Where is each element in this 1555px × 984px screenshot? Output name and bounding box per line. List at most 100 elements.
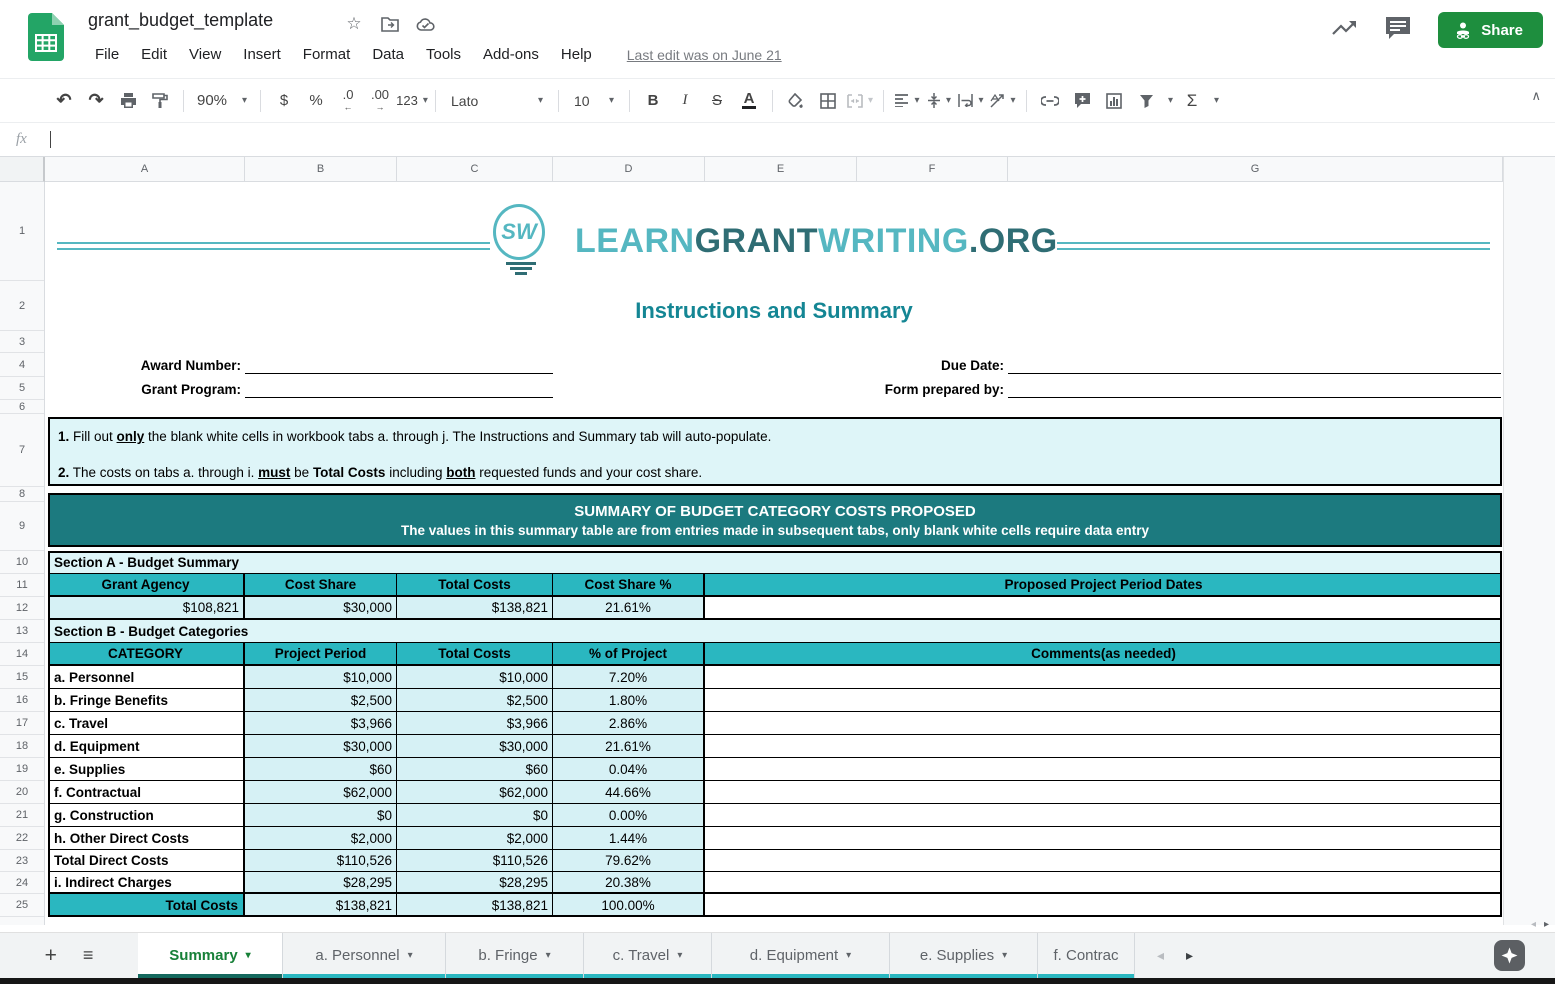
filter-views-dropdown-icon[interactable]: ▾	[1162, 87, 1176, 115]
column-header-e[interactable]: E	[705, 157, 857, 182]
add-sheet-icon[interactable]: +	[45, 944, 57, 968]
comment-cell[interactable]	[705, 872, 1502, 894]
sheets-logo-icon[interactable]	[28, 13, 64, 61]
row-header-10[interactable]: 10	[0, 551, 44, 574]
column-header-c[interactable]: C	[397, 157, 553, 182]
total-comment[interactable]	[705, 894, 1502, 917]
font-select[interactable]: Lato▾	[443, 87, 551, 115]
row-header-14[interactable]: 14	[0, 643, 44, 666]
row-header-13[interactable]: 13	[0, 620, 44, 643]
column-header-f[interactable]: F	[857, 157, 1008, 182]
row-header-2[interactable]: 2	[0, 281, 44, 331]
format-currency-icon[interactable]: $	[268, 87, 300, 115]
menu-file[interactable]: File	[86, 44, 128, 65]
row-header-17[interactable]: 17	[0, 712, 44, 735]
category-cell[interactable]: h. Other Direct Costs	[48, 827, 245, 850]
pct-of-project-header[interactable]: % of Project	[553, 643, 705, 666]
horizontal-align-icon[interactable]: ▾	[891, 87, 923, 115]
number-format-select[interactable]: 123▾	[396, 87, 428, 115]
explore-button[interactable]	[1494, 940, 1525, 971]
total-pct[interactable]: 100.00%	[553, 894, 705, 917]
total-costs-cell[interactable]: $0	[397, 804, 553, 827]
row-header-9[interactable]: 9	[0, 502, 44, 551]
pct-cell[interactable]: 0.00%	[553, 804, 705, 827]
comment-cell[interactable]	[705, 850, 1502, 872]
category-cell[interactable]: d. Equipment	[48, 735, 245, 758]
section-a-label[interactable]: Section A - Budget Summary	[48, 551, 1502, 574]
pct-cell[interactable]: 0.04%	[553, 758, 705, 781]
row-header-18[interactable]: 18	[0, 735, 44, 758]
column-header-d[interactable]: D	[553, 157, 705, 182]
vertical-scrollbar[interactable]	[1503, 157, 1555, 925]
row-header-16[interactable]: 16	[0, 689, 44, 712]
total-costs-cell[interactable]: $2,000	[397, 827, 553, 850]
total-costs-cell[interactable]: $28,295	[397, 872, 553, 894]
insert-comment-icon[interactable]	[1066, 87, 1098, 115]
fill-color-icon[interactable]	[780, 87, 812, 115]
document-title[interactable]: grant_budget_template	[88, 10, 273, 31]
italic-icon[interactable]: I	[669, 87, 701, 115]
project-period-dates-cell[interactable]	[705, 597, 1502, 620]
project-period-cell[interactable]: $28,295	[245, 872, 397, 894]
select-all-corner[interactable]	[0, 157, 45, 182]
project-period-cell[interactable]: $3,966	[245, 712, 397, 735]
last-edit-status[interactable]: Last edit was on June 21	[627, 47, 782, 63]
tab-dropdown-icon[interactable]: ▾	[1002, 950, 1007, 961]
vertical-align-icon[interactable]: ▾	[923, 87, 955, 115]
section-a-header[interactable]: Proposed Project Period Dates	[705, 574, 1502, 597]
decrease-decimals-icon[interactable]: .0←	[332, 87, 364, 115]
category-cell[interactable]: c. Travel	[48, 712, 245, 735]
due-date-field[interactable]	[1008, 354, 1501, 374]
row-header-22[interactable]: 22	[0, 827, 44, 850]
grant-program-field[interactable]	[245, 378, 553, 398]
menu-format[interactable]: Format	[294, 44, 360, 65]
menu-help[interactable]: Help	[552, 44, 601, 65]
row-header-6[interactable]: 6	[0, 400, 44, 414]
menu-insert[interactable]: Insert	[234, 44, 290, 65]
menu-tools[interactable]: Tools	[417, 44, 470, 65]
row-header-12[interactable]: 12	[0, 597, 44, 620]
pct-cell[interactable]: 2.86%	[553, 712, 705, 735]
category-cell[interactable]: Total Direct Costs	[48, 850, 245, 872]
grant-agency-value[interactable]: $108,821	[48, 597, 245, 620]
increase-decimals-icon[interactable]: .00→	[364, 87, 396, 115]
functions-dropdown-icon[interactable]: ▾	[1208, 87, 1222, 115]
tabs-scroll-right-icon[interactable]: ▸	[1186, 947, 1193, 964]
hscroll-right-icon[interactable]: ▸	[1544, 919, 1549, 930]
cost-share-pct-value[interactable]: 21.61%	[553, 597, 705, 620]
tab-dropdown-icon[interactable]: ▾	[677, 950, 682, 961]
row-header-4[interactable]: 4	[0, 353, 44, 377]
menu-data[interactable]: Data	[363, 44, 413, 65]
row-header-20[interactable]: 20	[0, 781, 44, 804]
share-button[interactable]: Share	[1438, 12, 1543, 48]
total-costs-header[interactable]: Total Costs	[397, 643, 553, 666]
row-header-15[interactable]: 15	[0, 666, 44, 689]
menu-addons[interactable]: Add-ons	[474, 44, 548, 65]
sheet-tab-summary[interactable]: Summary▾	[138, 933, 283, 978]
total-costs-cell[interactable]: $60	[397, 758, 553, 781]
text-rotation-icon[interactable]: ▾	[987, 87, 1019, 115]
redo-icon[interactable]: ↷	[80, 87, 112, 115]
functions-icon[interactable]: Σ	[1176, 87, 1208, 115]
cloud-status-icon[interactable]	[416, 14, 436, 34]
comment-cell[interactable]	[705, 781, 1502, 804]
column-header-g[interactable]: G	[1008, 157, 1503, 182]
undo-icon[interactable]: ↶	[48, 87, 80, 115]
category-cell[interactable]: i. Indirect Charges	[48, 872, 245, 894]
format-percent-icon[interactable]: %	[300, 87, 332, 115]
pct-cell[interactable]: 1.44%	[553, 827, 705, 850]
row-header-3[interactable]: 3	[0, 331, 44, 353]
pct-cell[interactable]: 20.38%	[553, 872, 705, 894]
collapse-toolbar-icon[interactable]: ∧	[1531, 88, 1541, 104]
section-a-header[interactable]: Cost Share	[245, 574, 397, 597]
comment-cell[interactable]	[705, 827, 1502, 850]
formula-bar[interactable]: fx	[0, 122, 1555, 157]
strikethrough-icon[interactable]: S	[701, 87, 733, 115]
text-color-icon[interactable]: A	[733, 87, 765, 115]
total-costs-cell[interactable]: $2,500	[397, 689, 553, 712]
section-b-label[interactable]: Section B - Budget Categories	[48, 620, 1502, 643]
pct-cell[interactable]: 1.80%	[553, 689, 705, 712]
project-period-cell[interactable]: $60	[245, 758, 397, 781]
sheet-tab-b-fringe[interactable]: b. Fringe▾	[446, 933, 584, 978]
comment-cell[interactable]	[705, 758, 1502, 781]
